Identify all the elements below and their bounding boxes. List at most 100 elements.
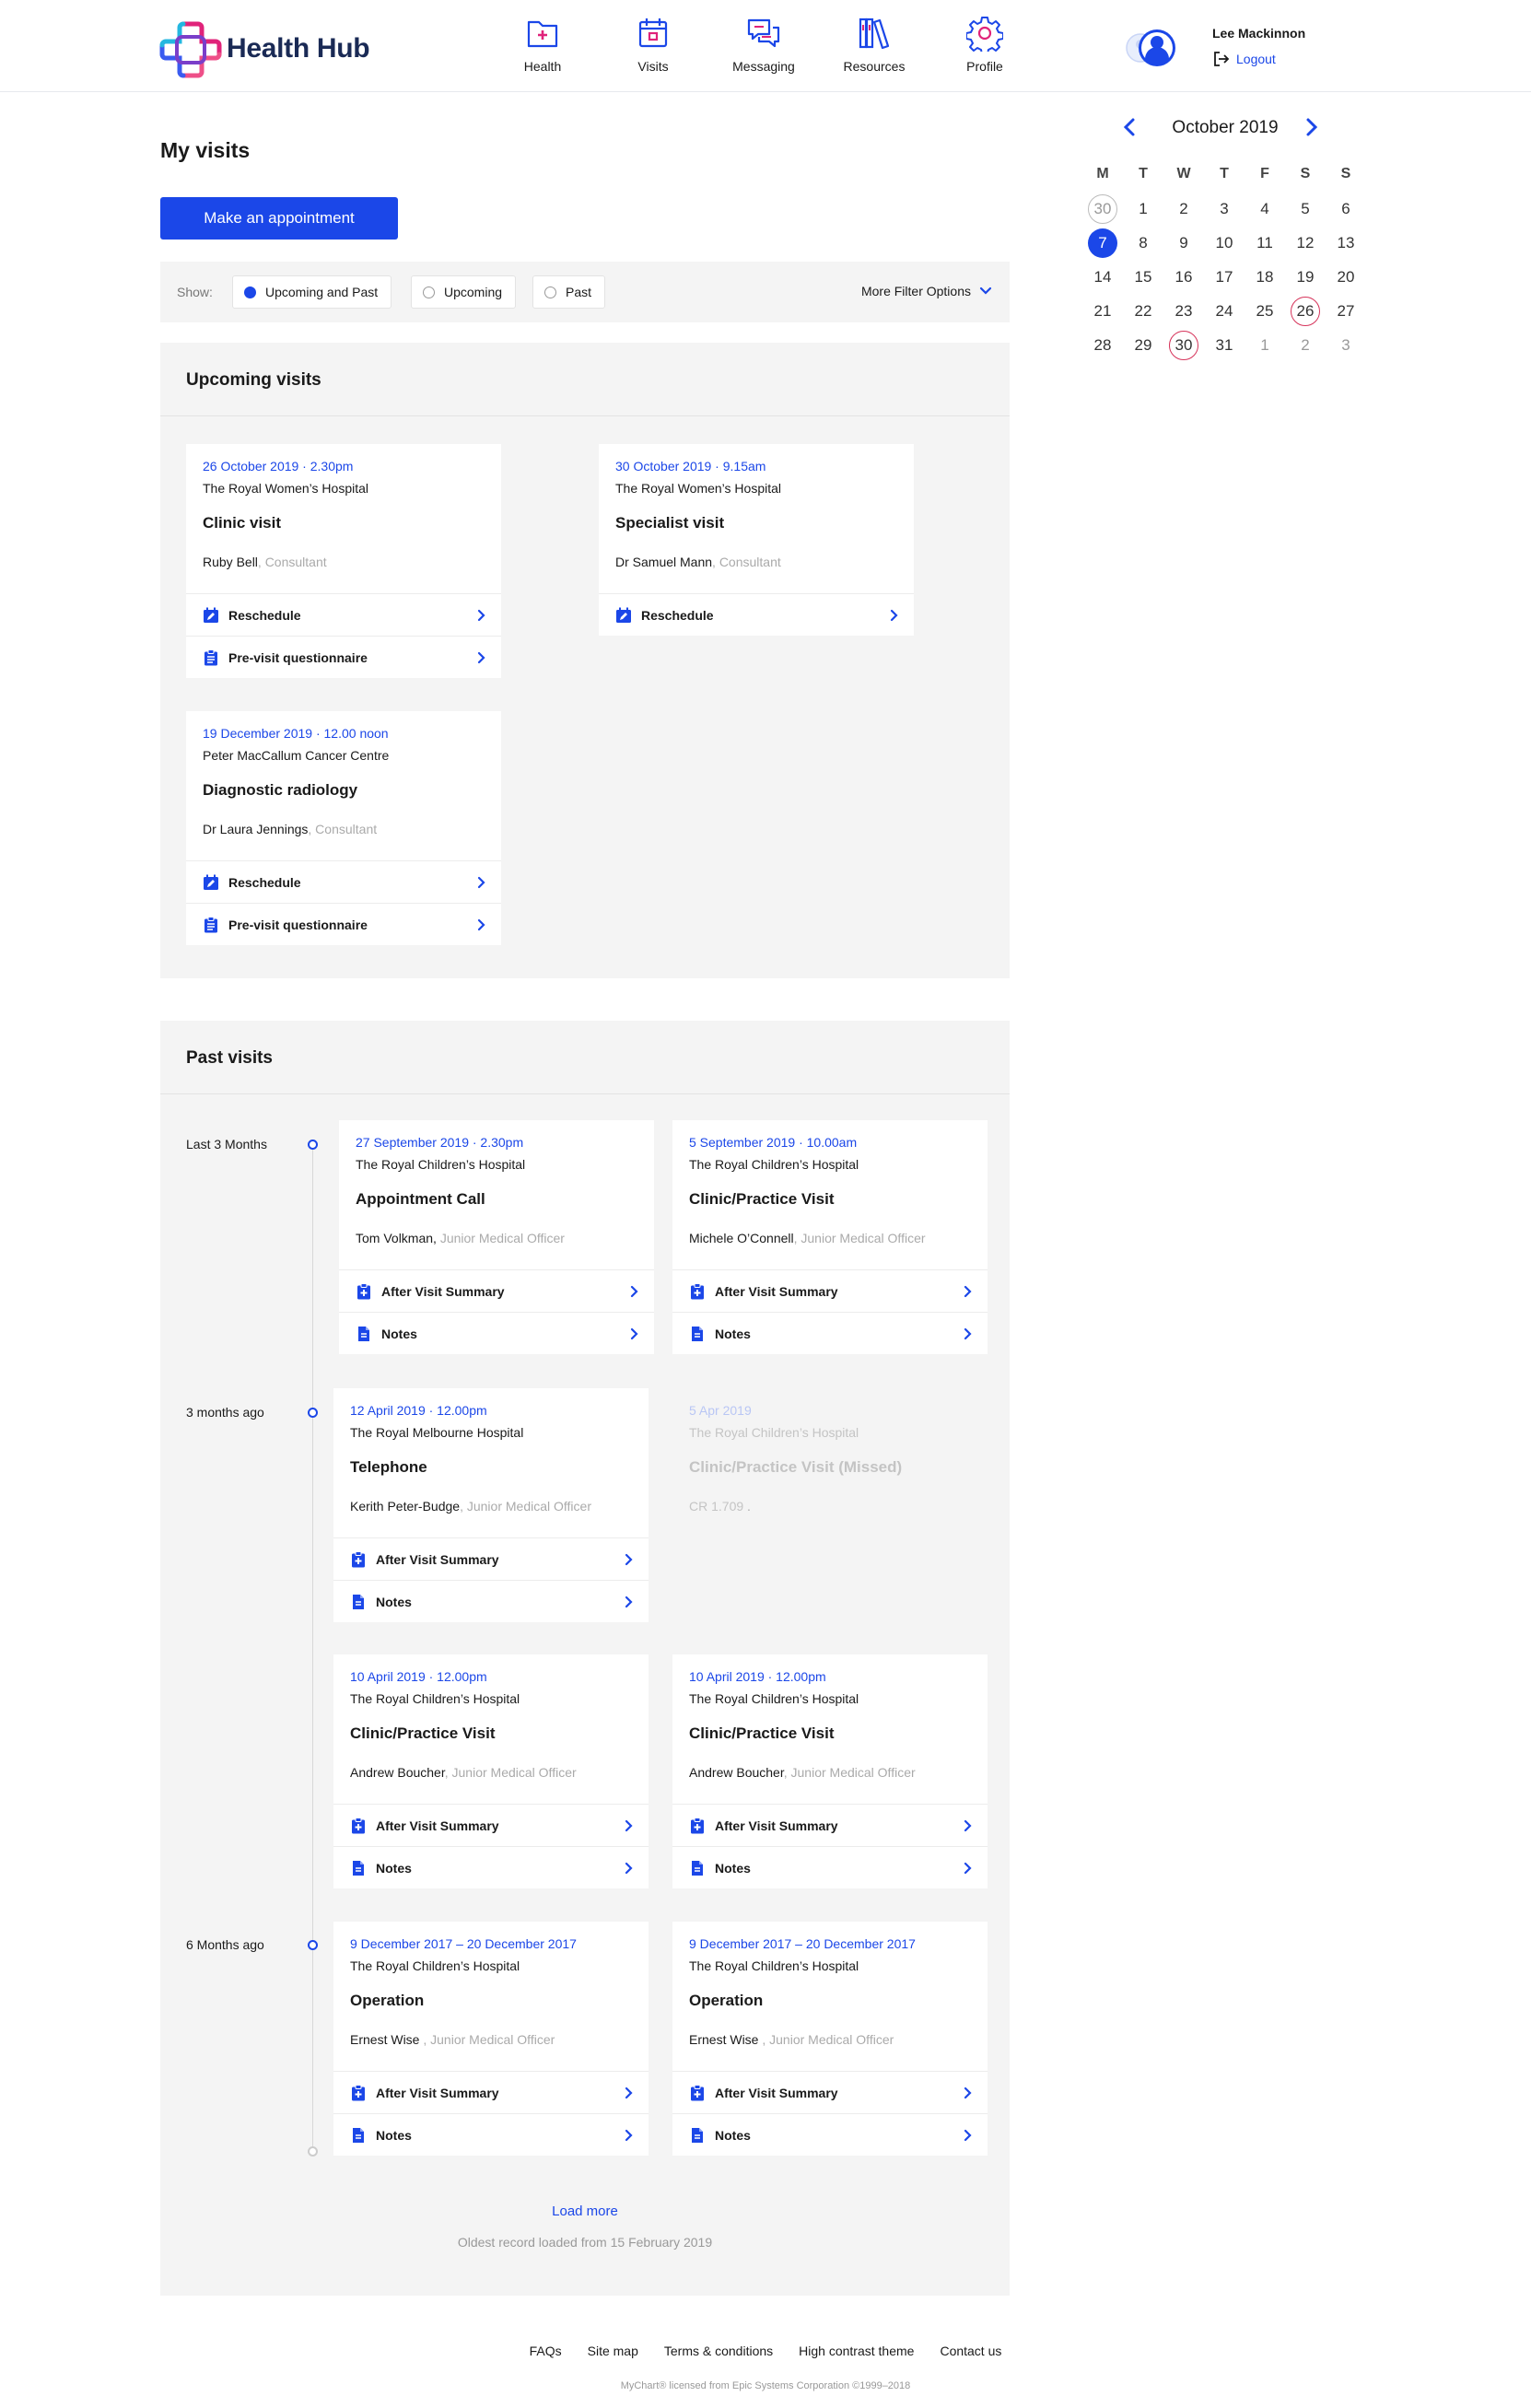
visit-date: 26 October 2019 · 2.30pm <box>203 459 354 473</box>
notes-action[interactable]: Notes <box>333 1846 649 1888</box>
calendar-day[interactable]: 10 <box>1204 226 1245 260</box>
reschedule-action[interactable]: Reschedule <box>186 860 501 903</box>
calendar-day[interactable]: 23 <box>1163 294 1204 328</box>
visit-type: Diagnostic radiology <box>203 781 358 799</box>
calendar-day[interactable]: 3 <box>1204 192 1245 226</box>
chevron-right-icon <box>886 608 901 623</box>
after-visit-summary-action[interactable]: After Visit Summary <box>672 1269 988 1312</box>
visit-card[interactable]: 26 October 2019 · 2.30pm The Royal Women’… <box>186 444 501 678</box>
calendar-day[interactable]: 27 <box>1326 294 1366 328</box>
visit-provider: Kerith Peter-Budge, Junior Medical Offic… <box>350 1499 591 1514</box>
after-visit-summary-action[interactable]: After Visit Summary <box>333 1804 649 1846</box>
reschedule-action[interactable]: Reschedule <box>186 593 501 636</box>
calendar-day[interactable]: 7 <box>1082 226 1123 260</box>
calendar-day[interactable]: 15 <box>1123 260 1163 294</box>
provider-role: , Consultant <box>712 555 781 569</box>
footer-contact-link[interactable]: Contact us <box>940 2344 1001 2358</box>
notes-action[interactable]: Notes <box>333 2113 649 2156</box>
notes-action[interactable]: Notes <box>672 2113 988 2156</box>
nav-messaging[interactable]: Messaging <box>713 15 814 79</box>
visit-card[interactable]: 27 September 2019 · 2.30pm The Royal Chil… <box>339 1120 654 1354</box>
calendar-day[interactable]: 30 <box>1163 328 1204 362</box>
pre-visit-questionnaire-action[interactable]: Pre-visit questionnaire <box>186 903 501 945</box>
calendar-day-number: 17 <box>1215 267 1233 286</box>
calendar-day[interactable]: 22 <box>1123 294 1163 328</box>
after-visit-summary-action[interactable]: After Visit Summary <box>672 2071 988 2113</box>
visit-card[interactable]: 30 October 2019 · 9.15am The Royal Women’… <box>599 444 914 636</box>
make-appointment-button[interactable]: Make an appointment <box>160 197 398 240</box>
visit-card[interactable]: 9 December 2017 – 20 December 2017 The Ro… <box>333 1922 649 2156</box>
calendar-day[interactable]: 13 <box>1326 226 1366 260</box>
calendar-day[interactable]: 26 <box>1285 294 1326 328</box>
calendar-day[interactable]: 17 <box>1204 260 1245 294</box>
calendar-day[interactable]: 29 <box>1123 328 1163 362</box>
medical-clipboard-icon <box>356 1282 372 1300</box>
notes-action[interactable]: Notes <box>339 1312 654 1354</box>
calendar-day[interactable]: 1 <box>1123 192 1163 226</box>
calendar-day[interactable]: 28 <box>1082 328 1123 362</box>
calendar-day[interactable]: 21 <box>1082 294 1123 328</box>
after-visit-summary-action[interactable]: After Visit Summary <box>333 1537 649 1580</box>
calendar-day[interactable]: 20 <box>1326 260 1366 294</box>
visit-card[interactable]: 9 December 2017 – 20 December 2017 The Ro… <box>672 1922 988 2156</box>
footer-faqs-link[interactable]: FAQs <box>530 2344 562 2358</box>
calendar-day[interactable]: 14 <box>1082 260 1123 294</box>
action-label: After Visit Summary <box>715 1283 838 1299</box>
nav-profile[interactable]: Profile <box>934 15 1035 79</box>
action-label: After Visit Summary <box>376 1818 499 1833</box>
health-hub-logo[interactable]: Health Hub <box>158 17 380 81</box>
notes-action[interactable]: Notes <box>333 1580 649 1622</box>
calendar-day[interactable]: 4 <box>1245 192 1285 226</box>
after-visit-summary-action[interactable]: After Visit Summary <box>339 1269 654 1312</box>
calendar-day[interactable]: 6 <box>1326 192 1366 226</box>
calendar-day[interactable]: 24 <box>1204 294 1245 328</box>
after-visit-summary-action[interactable]: After Visit Summary <box>333 2071 649 2113</box>
pre-visit-questionnaire-action[interactable]: Pre-visit questionnaire <box>186 636 501 678</box>
calendar-day[interactable]: 1 <box>1245 328 1285 362</box>
logout-link[interactable]: Logout <box>1212 50 1276 68</box>
nav-resources[interactable]: Resources <box>824 15 925 79</box>
filter-upcoming-and-past[interactable]: Upcoming and Past <box>232 275 392 309</box>
calendar-day[interactable]: 5 <box>1285 192 1326 226</box>
calendar-day[interactable]: 11 <box>1245 226 1285 260</box>
calendar-day[interactable]: 2 <box>1163 192 1204 226</box>
notes-action[interactable]: Notes <box>672 1312 988 1354</box>
nav-visits[interactable]: Visits <box>602 15 704 79</box>
calendar-day[interactable]: 3 <box>1326 328 1366 362</box>
calendar-day[interactable]: 8 <box>1123 226 1163 260</box>
nav-label: Health <box>523 59 562 74</box>
user-avatar[interactable] <box>1126 22 1177 74</box>
notes-action[interactable]: Notes <box>672 1846 988 1888</box>
load-more-link[interactable]: Load more <box>160 2203 1010 2219</box>
visit-card[interactable]: 10 April 2019 · 12.00pm The Royal Childre… <box>672 1654 988 1888</box>
calendar-day-number: 2 <box>1301 335 1310 354</box>
more-filter-options[interactable]: More Filter Options <box>861 284 993 298</box>
after-visit-summary-action[interactable]: After Visit Summary <box>672 1804 988 1846</box>
reschedule-action[interactable]: Reschedule <box>599 593 914 636</box>
calendar-day[interactable]: 30 <box>1082 192 1123 226</box>
visit-card[interactable]: 5 Apr 2019 The Royal Children’s Hospital C… <box>672 1388 988 1622</box>
chevron-right-icon[interactable] <box>1298 114 1324 140</box>
visit-card[interactable]: 12 April 2019 · 12.00pm The Royal Melbour… <box>333 1388 649 1622</box>
calendar-day[interactable]: 18 <box>1245 260 1285 294</box>
visit-card[interactable]: 10 April 2019 · 12.00pm The Royal Childre… <box>333 1654 649 1888</box>
medical-clipboard-icon <box>689 2084 706 2101</box>
calendar-day[interactable]: 31 <box>1204 328 1245 362</box>
calendar-day[interactable]: 12 <box>1285 226 1326 260</box>
nav-health[interactable]: Health <box>492 15 593 79</box>
calendar-day[interactable]: 2 <box>1285 328 1326 362</box>
footer-terms-link[interactable]: Terms & conditions <box>664 2344 773 2358</box>
calendar-day-number: 25 <box>1256 301 1274 320</box>
calendar-day[interactable]: 16 <box>1163 260 1204 294</box>
visit-card[interactable]: 5 September 2019 · 10.00am The Royal Chil… <box>672 1120 988 1354</box>
calendar-day[interactable]: 19 <box>1285 260 1326 294</box>
chevron-left-icon[interactable] <box>1117 114 1143 140</box>
nav-label: Profile <box>966 59 1003 74</box>
filter-upcoming[interactable]: Upcoming <box>411 275 517 309</box>
filter-past[interactable]: Past <box>532 275 606 309</box>
footer-sitemap-link[interactable]: Site map <box>588 2344 638 2358</box>
calendar-day[interactable]: 9 <box>1163 226 1204 260</box>
footer-high-contrast-link[interactable]: High contrast theme <box>799 2344 914 2358</box>
calendar-day[interactable]: 25 <box>1245 294 1285 328</box>
visit-card[interactable]: 19 December 2019 · 12.00 noon Peter MacCa… <box>186 711 501 945</box>
